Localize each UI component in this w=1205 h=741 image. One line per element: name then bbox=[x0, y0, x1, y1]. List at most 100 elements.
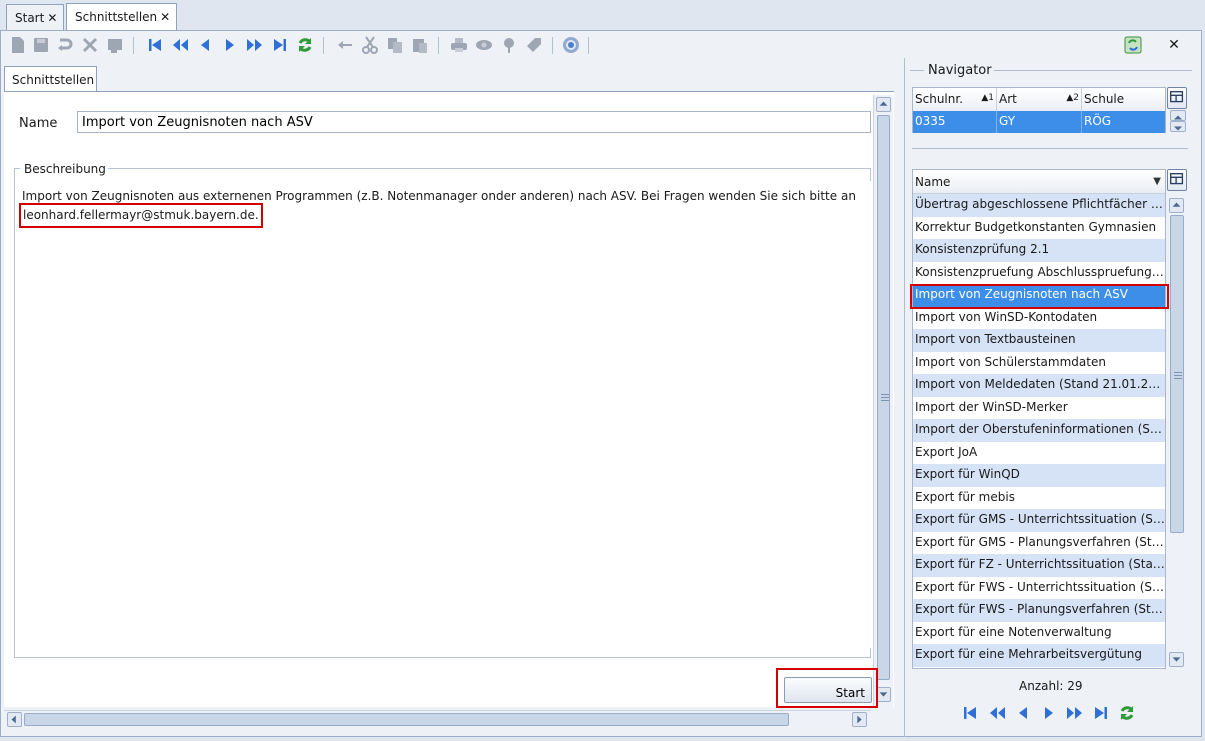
cell-schule[interactable]: RÖG bbox=[1082, 111, 1165, 133]
scroll-up-button[interactable] bbox=[1169, 198, 1184, 213]
help-icon[interactable] bbox=[561, 35, 581, 55]
chevron-down-icon[interactable]: ▼ bbox=[1153, 176, 1161, 187]
grip-line bbox=[881, 400, 889, 401]
scroll-left-button[interactable] bbox=[7, 712, 22, 727]
list-item[interactable]: Korrektur Budgetkonstanten Gymnasien bbox=[913, 217, 1165, 240]
column-config-icon[interactable] bbox=[1167, 169, 1187, 191]
column-config-icon[interactable] bbox=[1167, 87, 1187, 109]
next-icon[interactable] bbox=[1039, 703, 1059, 723]
column-header-schule[interactable]: Schule bbox=[1082, 88, 1165, 111]
delete-icon[interactable] bbox=[80, 35, 100, 55]
grip-line bbox=[881, 394, 889, 395]
spinner[interactable] bbox=[1170, 110, 1186, 132]
list-item[interactable]: Export für FWS - Unterrichtssituation (S… bbox=[913, 577, 1165, 600]
document-tab-bar: Start ✕ Schnittstellen ✕ bbox=[0, 0, 1205, 31]
vertical-scrollbar[interactable] bbox=[873, 95, 893, 707]
sync-icon[interactable] bbox=[1123, 35, 1143, 55]
new-icon[interactable] bbox=[8, 35, 28, 55]
first-icon[interactable] bbox=[960, 703, 980, 723]
list-item[interactable]: Konsistenzpruefung Abschlusspruefungen bbox=[913, 262, 1165, 285]
list-item[interactable]: Export für FWS - Planungsverfahren (Stan… bbox=[913, 599, 1165, 622]
list-item[interactable]: Export für eine Notenverwaltung bbox=[913, 622, 1165, 645]
last-icon[interactable] bbox=[1091, 703, 1111, 723]
refresh-icon[interactable] bbox=[295, 35, 315, 55]
list-item[interactable]: Import der WinSD-Merker bbox=[913, 397, 1165, 420]
tab-start[interactable]: Start ✕ bbox=[6, 4, 65, 31]
scroll-up-button[interactable] bbox=[876, 97, 891, 112]
description-email: leonhard.fellermayr@stmuk.bayern.de. bbox=[19, 203, 263, 228]
column-header-schulnr[interactable]: Schulnr. ▲1 bbox=[913, 88, 997, 111]
copy-icon[interactable] bbox=[385, 35, 405, 55]
tag-icon[interactable] bbox=[524, 35, 544, 55]
list-header-name[interactable]: Name ▼ bbox=[913, 170, 1165, 194]
tab-schnittstellen-inner[interactable]: Schnittstellen bbox=[4, 66, 97, 92]
list-item[interactable]: Export für WinQD bbox=[913, 464, 1165, 487]
list-item[interactable]: Export für eine Mehrarbeitsvergütung bbox=[913, 644, 1165, 667]
record-count: Anzahl: 29 bbox=[1019, 679, 1083, 693]
list-item[interactable]: Übertrag abgeschlossene Pflichtfächer in… bbox=[913, 194, 1165, 217]
undo-icon[interactable] bbox=[55, 35, 75, 55]
spin-up-button[interactable] bbox=[1170, 110, 1186, 121]
cut-icon[interactable] bbox=[360, 35, 380, 55]
back-arrow-icon[interactable] bbox=[335, 35, 355, 55]
list-rows: Übertrag abgeschlossene Pflichtfächer in… bbox=[913, 194, 1165, 667]
description-textarea[interactable]: Import von Zeugnisnoten aus externenen P… bbox=[16, 181, 871, 648]
print-preview-icon[interactable] bbox=[105, 35, 125, 55]
list-item[interactable]: Export für mebis bbox=[913, 487, 1165, 510]
close-icon[interactable]: ✕ bbox=[47, 11, 57, 25]
sort-asc-icon: ▲2 bbox=[1066, 93, 1079, 103]
prev-icon[interactable] bbox=[195, 35, 215, 55]
list-item[interactable]: Export für FZ - Unterrichtssituation (St… bbox=[913, 554, 1165, 577]
name-input[interactable] bbox=[77, 111, 871, 133]
list-item[interactable]: Import von Textbausteinen bbox=[913, 329, 1165, 352]
column-label: Schule bbox=[1084, 92, 1125, 106]
name-label: Name bbox=[19, 116, 58, 131]
next-page-icon[interactable] bbox=[245, 35, 265, 55]
next-icon[interactable] bbox=[220, 35, 240, 55]
toolbar-separator bbox=[438, 37, 439, 54]
column-label: Schulnr. bbox=[915, 92, 964, 106]
list-item[interactable]: Export JoA bbox=[913, 442, 1165, 465]
close-icon[interactable]: ✕ bbox=[160, 10, 170, 24]
list-item[interactable]: Import von Schülerstammdaten bbox=[913, 352, 1165, 375]
pin-icon[interactable] bbox=[499, 35, 519, 55]
scroll-thumb[interactable] bbox=[1170, 215, 1184, 533]
toolbar: ✕ bbox=[2, 32, 1198, 58]
interface-list: Name ▼ Übertrag abgeschlossene Pflichtfäc… bbox=[912, 169, 1166, 669]
horizontal-scrollbar[interactable] bbox=[4, 710, 870, 728]
list-item[interactable]: Import von WinSD-Kontodaten bbox=[913, 307, 1165, 330]
scroll-right-button[interactable] bbox=[852, 712, 867, 727]
grip-line bbox=[1174, 372, 1182, 373]
prev-page-icon[interactable] bbox=[170, 35, 190, 55]
paste-icon[interactable] bbox=[410, 35, 430, 55]
scroll-down-button[interactable] bbox=[876, 687, 891, 702]
prev-page-icon[interactable] bbox=[987, 703, 1007, 723]
cell-schulnr[interactable]: 0335 bbox=[913, 111, 997, 133]
refresh-icon[interactable] bbox=[1117, 703, 1137, 723]
first-icon[interactable] bbox=[145, 35, 165, 55]
cell-art[interactable]: GY bbox=[997, 111, 1082, 133]
group-border bbox=[910, 70, 924, 71]
printer-icon[interactable] bbox=[449, 35, 469, 55]
view-icon[interactable] bbox=[474, 35, 494, 55]
toolbar-separator bbox=[552, 37, 553, 54]
list-item[interactable]: Export für GMS - Unterrichtssituation (S… bbox=[913, 509, 1165, 532]
close-icon[interactable]: ✕ bbox=[1164, 35, 1184, 55]
description-line: Import von Zeugnisnoten aus externenen P… bbox=[22, 189, 856, 203]
next-page-icon[interactable] bbox=[1065, 703, 1085, 723]
list-item[interactable]: Export für GMS - Planungsverfahren (Stan… bbox=[913, 532, 1165, 555]
list-item[interactable]: Konsistenzprüfung 2.1 bbox=[913, 239, 1165, 262]
scroll-down-button[interactable] bbox=[1169, 652, 1184, 667]
scroll-thumb[interactable] bbox=[877, 115, 890, 680]
list-item[interactable]: Import von Meldedaten (Stand 21.01.20...… bbox=[913, 374, 1165, 397]
prev-icon[interactable] bbox=[1013, 703, 1033, 723]
last-icon[interactable] bbox=[270, 35, 290, 55]
spin-down-button[interactable] bbox=[1170, 121, 1186, 132]
save-icon[interactable] bbox=[31, 35, 51, 55]
column-header-art[interactable]: Art ▲2 bbox=[997, 88, 1082, 111]
list-item[interactable]: Import der Oberstufeninformationen (Stan… bbox=[913, 419, 1165, 442]
scroll-thumb[interactable] bbox=[24, 713, 789, 726]
group-border bbox=[108, 168, 871, 169]
tab-schnittstellen[interactable]: Schnittstellen ✕ bbox=[66, 3, 178, 31]
list-scrollbar[interactable] bbox=[1167, 194, 1187, 669]
